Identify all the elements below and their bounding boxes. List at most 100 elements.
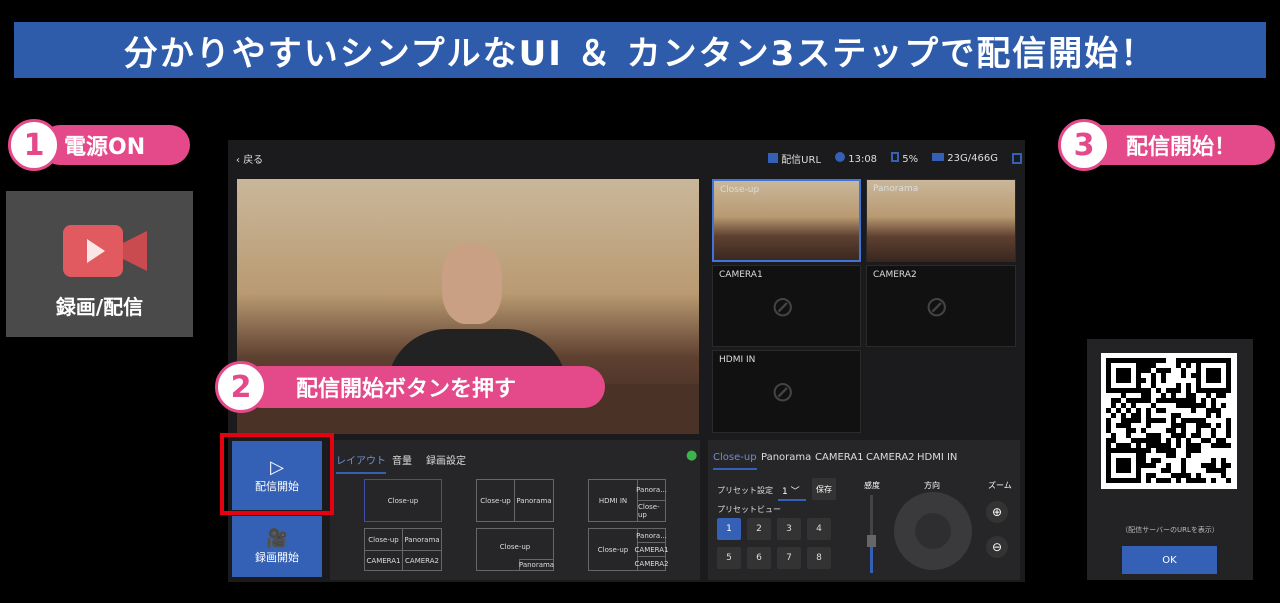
camera-tile-close-up[interactable]: Close-up [712,179,861,262]
cam-tab-panorama[interactable]: Panorama [761,452,811,463]
preset-button[interactable]: 8 [807,547,831,569]
layout-quad-cell[interactable]: CAMERA1 [364,550,403,571]
record-start-label: 録画開始 [255,551,299,564]
banner-title: 分かりやすいシンプルなUI ＆ カンタン3ステップで配信開始！ [14,22,1266,78]
home-icon[interactable] [1011,153,1022,164]
layout-quad-cell[interactable]: CAMERA2 [402,550,442,571]
preset-button[interactable]: 5 [717,547,741,569]
step2-label: 配信開始ボタンを押す [240,366,605,408]
stream-url-dialog: （配信サーバーのURLを表示） OK [1087,339,1253,580]
layout-hdmi-sub[interactable]: Panora... [636,479,667,501]
preset-value: 1 [782,487,788,497]
preset-button[interactable]: 3 [777,518,801,540]
layout-label: Close-up [368,535,399,544]
layout-label: Panorama [404,535,440,544]
preset-button[interactable]: 2 [747,518,771,540]
layout-dual-right[interactable]: Panorama [514,479,554,522]
no-camera-icon: ⊘ [771,290,795,323]
layout-quad-cell[interactable]: Close-up [364,528,403,551]
ok-button[interactable]: OK [1122,546,1217,574]
direction-label: 方向 [924,481,940,490]
tab-layout[interactable]: レイアウト [336,452,386,474]
preset-button[interactable]: 1 [717,518,741,540]
cam-tab-camera2[interactable]: CAMERA2 [866,452,915,463]
preset-button[interactable]: 7 [777,547,801,569]
layout-label: HDMI IN [598,496,628,505]
layout-triple-sub[interactable]: Panora... [636,528,667,543]
tile-label: Close-up [720,185,760,195]
power-panel[interactable]: 録画/配信 [6,191,193,337]
storage: 23G/466G [947,153,998,164]
layout-dual-left[interactable]: Close-up [476,479,515,522]
step2-number: 2 [215,361,267,413]
save-button[interactable]: 保存 [812,478,836,500]
storage-icon [932,153,945,161]
qr-code [1101,353,1237,489]
direction-pad[interactable] [894,492,972,570]
zoom-out-icon[interactable]: ⊖ [986,536,1008,558]
cam-tab-hdmi-in[interactable]: HDMI IN [917,452,957,463]
camera-tile-camera1[interactable]: CAMERA1 ⊘ [712,265,861,347]
layout-hdmi-main[interactable]: HDMI IN [588,479,638,522]
camera-tile-hdmi-in[interactable]: HDMI IN ⊘ [712,350,861,433]
no-camera-icon: ⊘ [925,290,949,323]
video-camera-icon [63,225,147,277]
layout-label: Close-up [480,496,511,505]
camera-control-panel: Close-up Panorama CAMERA1 CAMERA2 HDMI I… [708,440,1020,580]
layout-label: Panorama [518,561,555,569]
layout-pip-sub[interactable]: Panorama [519,559,554,571]
step1-label: 電源ON [40,125,190,165]
preset-button[interactable]: 4 [807,518,831,540]
app-screen: ‹ 戻る 配信URL 13:08 5% 23G/466G Close-up Pa… [228,140,1025,582]
movie-camera-icon: 🎥 [265,528,289,549]
preset-view-label: プリセットビュー [717,505,781,514]
battery: 5% [902,154,919,165]
battery-icon [891,152,900,162]
record-start-button[interactable]: 🎥 録画開始 [232,516,322,577]
back-button[interactable]: ‹ 戻る [236,151,263,166]
tab-volume[interactable]: 音量 [392,452,412,467]
layout-triple-sub[interactable]: CAMERA1 [634,542,669,557]
layout-label: Panora... [636,531,667,540]
cam-tab-camera1[interactable]: CAMERA1 [815,452,864,463]
layout-label: Close-up [597,545,629,554]
camera-tile-panorama[interactable]: Panorama [866,179,1016,262]
stream-button-highlight [220,433,334,515]
layout-label: Close-up [499,543,531,551]
layout-single[interactable]: Close-up [364,479,442,522]
power-label: 録画/配信 [55,295,144,319]
layout-quad-cell[interactable]: Panorama [402,528,442,551]
tile-label: Panorama [873,184,919,194]
dialog-caption: （配信サーバーのURLを表示） [1121,526,1219,534]
no-camera-icon: ⊘ [771,375,795,408]
layout-triple-main[interactable]: Close-up [588,528,638,571]
layout-triple-sub[interactable]: CAMERA2 [635,556,668,571]
layout-label: Close-up [387,496,419,505]
clock-icon [835,152,846,162]
camera-tile-camera2[interactable]: CAMERA2 ⊘ [866,265,1016,347]
sensitivity-slider[interactable] [867,495,876,573]
back-label: 戻る [243,155,264,166]
stream-url-button[interactable]: 配信URL [768,151,821,166]
microphone-icon: ● [686,448,698,463]
layout-label: CAMERA1 [634,545,669,554]
step3-number: 3 [1058,119,1110,171]
zoom-label: ズーム [988,481,1012,490]
layout-label: Panora... [636,486,667,494]
tab-record-settings[interactable]: 録画設定 [426,452,466,467]
preset-button[interactable]: 6 [747,547,771,569]
layout-hdmi-sub[interactable]: Close-up [637,500,666,522]
preset-setting-label: プリセット設定 [717,486,773,495]
sensitivity-label: 感度 [864,481,880,490]
preset-select[interactable]: 1 ﹀ [778,482,806,501]
zoom-in-icon[interactable]: ⊕ [986,501,1008,523]
layout-label: Close-up [638,503,660,519]
cam-tab-close-up[interactable]: Close-up [713,452,757,470]
tile-label: HDMI IN [719,355,756,365]
layout-label: Panorama [516,496,552,505]
layout-label: CAMERA2 [405,556,439,565]
tile-label: CAMERA1 [719,270,763,280]
time: 13:08 [848,154,878,165]
layout-label: CAMERA1 [366,556,401,565]
step1-number: 1 [8,119,60,171]
